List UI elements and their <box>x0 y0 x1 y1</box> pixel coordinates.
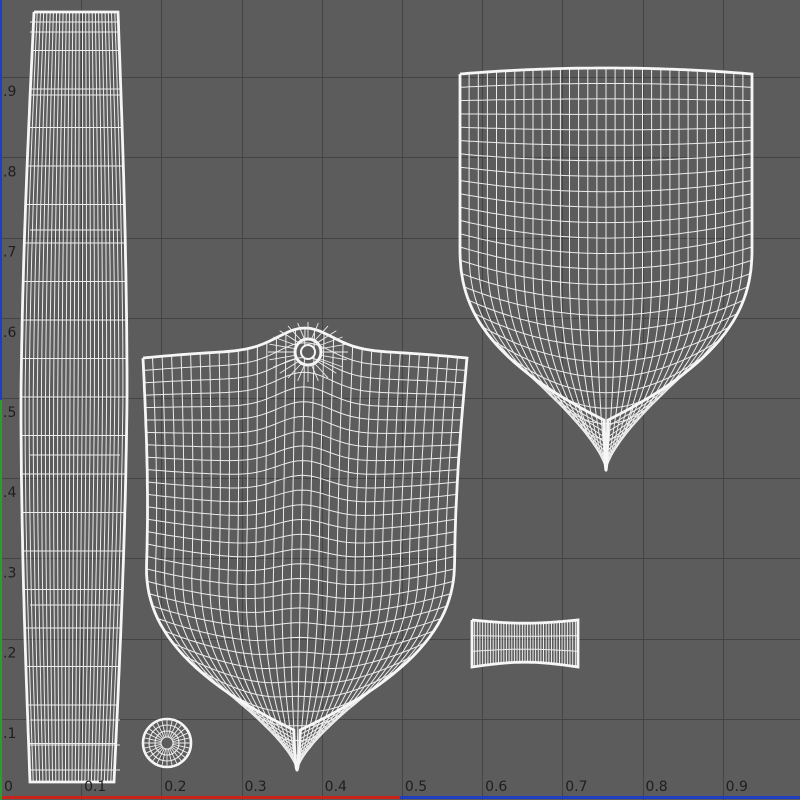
u-tick-label: 0.7 <box>565 779 587 795</box>
v-tick-label: .7 <box>3 245 16 261</box>
mesh-edge <box>523 69 606 455</box>
mesh-edge <box>607 71 716 443</box>
uv-editor-viewport[interactable]: 0 0.1 0.2 0.3 0.4 0.5 0.6 0.7 0.8 0.9 .1 .2 .3 .4 .5 .6… <box>0 0 800 800</box>
mesh-edge <box>172 737 191 743</box>
mesh-edge <box>607 74 753 421</box>
mesh-edge <box>607 73 744 427</box>
v-tick-label: .4 <box>3 485 16 501</box>
u-tick-label: 0.4 <box>325 779 347 795</box>
mesh-edge <box>297 322 306 340</box>
mesh-edge <box>161 719 167 738</box>
mesh-edge <box>297 337 335 769</box>
u-tick-label: 0.9 <box>726 779 748 795</box>
uv-shell-small-band[interactable] <box>470 618 580 669</box>
mesh-edge <box>505 70 605 447</box>
v-tick-label: .8 <box>3 164 16 180</box>
mesh-edge <box>161 748 167 767</box>
mesh-edge <box>459 74 605 421</box>
v-tick-label: .3 <box>3 565 16 581</box>
v-tick-label: .5 <box>3 405 16 421</box>
uv-shell-front-panel[interactable] <box>141 322 469 772</box>
u-tick-label: 0.1 <box>84 779 106 795</box>
mesh-ring <box>160 736 174 750</box>
v-tick-label: .6 <box>3 325 16 341</box>
uv-shell-strip[interactable] <box>19 10 129 784</box>
uv-shell-back-panel[interactable] <box>458 66 754 472</box>
uv-shells[interactable] <box>19 10 754 784</box>
u-tick-label: 0 <box>4 779 13 795</box>
v-tick-label: .9 <box>3 84 16 100</box>
u-tick-label: 0.2 <box>164 779 186 795</box>
uv-canvas[interactable]: 0 0.1 0.2 0.3 0.4 0.5 0.6 0.7 0.8 0.9 .1 .2 .3 .4 .5 .6… <box>0 0 800 800</box>
mesh-edge <box>514 70 605 451</box>
v-tick-label: .1 <box>3 726 16 742</box>
mesh-edge <box>167 748 173 767</box>
mesh-edge <box>606 69 689 455</box>
uv-shell-small-disc[interactable] <box>141 717 193 769</box>
mesh-edge <box>299 357 468 731</box>
mesh-edge <box>167 719 173 738</box>
mesh-edge <box>143 743 162 749</box>
v-tick-label: .2 <box>3 646 16 662</box>
mesh-edge <box>607 70 698 451</box>
u-tick-label: 0.3 <box>244 779 266 795</box>
mesh-hole-inner <box>300 344 316 360</box>
mesh-edge <box>607 70 707 447</box>
u-tick-label: 0.5 <box>405 779 427 795</box>
mesh-edge <box>172 743 191 749</box>
mesh-edge <box>269 354 296 361</box>
mesh-edge <box>298 353 411 754</box>
mesh-edge <box>468 73 605 427</box>
mesh-edge <box>209 352 296 757</box>
u-tick-label: 0.8 <box>645 779 667 795</box>
mesh-edge <box>143 737 162 743</box>
u-tick-label: 0.6 <box>485 779 507 795</box>
